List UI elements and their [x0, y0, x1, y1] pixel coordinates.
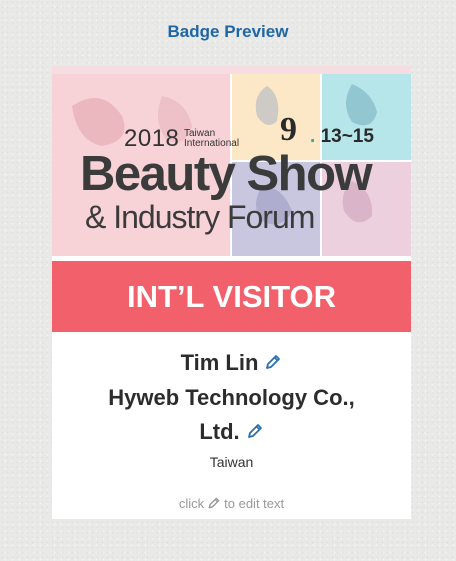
attendee-company-line2: Ltd.	[199, 419, 240, 445]
visitor-type-band: INT’L VISITOR	[52, 261, 411, 332]
date-days: 13~15	[320, 126, 374, 147]
attendee-name: Tim Lin	[180, 350, 259, 375]
event-month: 9	[280, 111, 297, 148]
attendee-name-row: Tim Lin	[52, 346, 411, 381]
attendee-country: Taiwan	[209, 454, 254, 471]
event-name-line1: Beauty Show	[80, 147, 373, 201]
page-title: Badge Preview	[167, 22, 289, 41]
pencil-icon	[207, 496, 221, 513]
edit-hint: click to edit text	[52, 496, 411, 513]
hint-before: click	[178, 496, 205, 511]
event-days: . 13~15	[310, 126, 374, 148]
event-banner: 2018 Taiwan International 9 . 13~15 Beau…	[52, 66, 411, 260]
pencil-icon[interactable]	[246, 416, 264, 450]
attendee-info: Tim Lin Hyweb Technology Co., Ltd. Taiwa…	[52, 346, 411, 470]
event-name-line2: & Industry Forum	[85, 199, 315, 235]
banner-text: 2018 Taiwan International 9 . 13~15 Beau…	[52, 66, 411, 260]
attendee-company-row: Ltd.	[52, 415, 411, 450]
date-dot: .	[310, 126, 316, 147]
hint-after: to edit text	[224, 496, 285, 511]
pencil-icon[interactable]	[264, 347, 282, 381]
badge-card: 2018 Taiwan International 9 . 13~15 Beau…	[52, 66, 411, 519]
attendee-company-line1: Hyweb Technology Co.,	[108, 385, 355, 411]
